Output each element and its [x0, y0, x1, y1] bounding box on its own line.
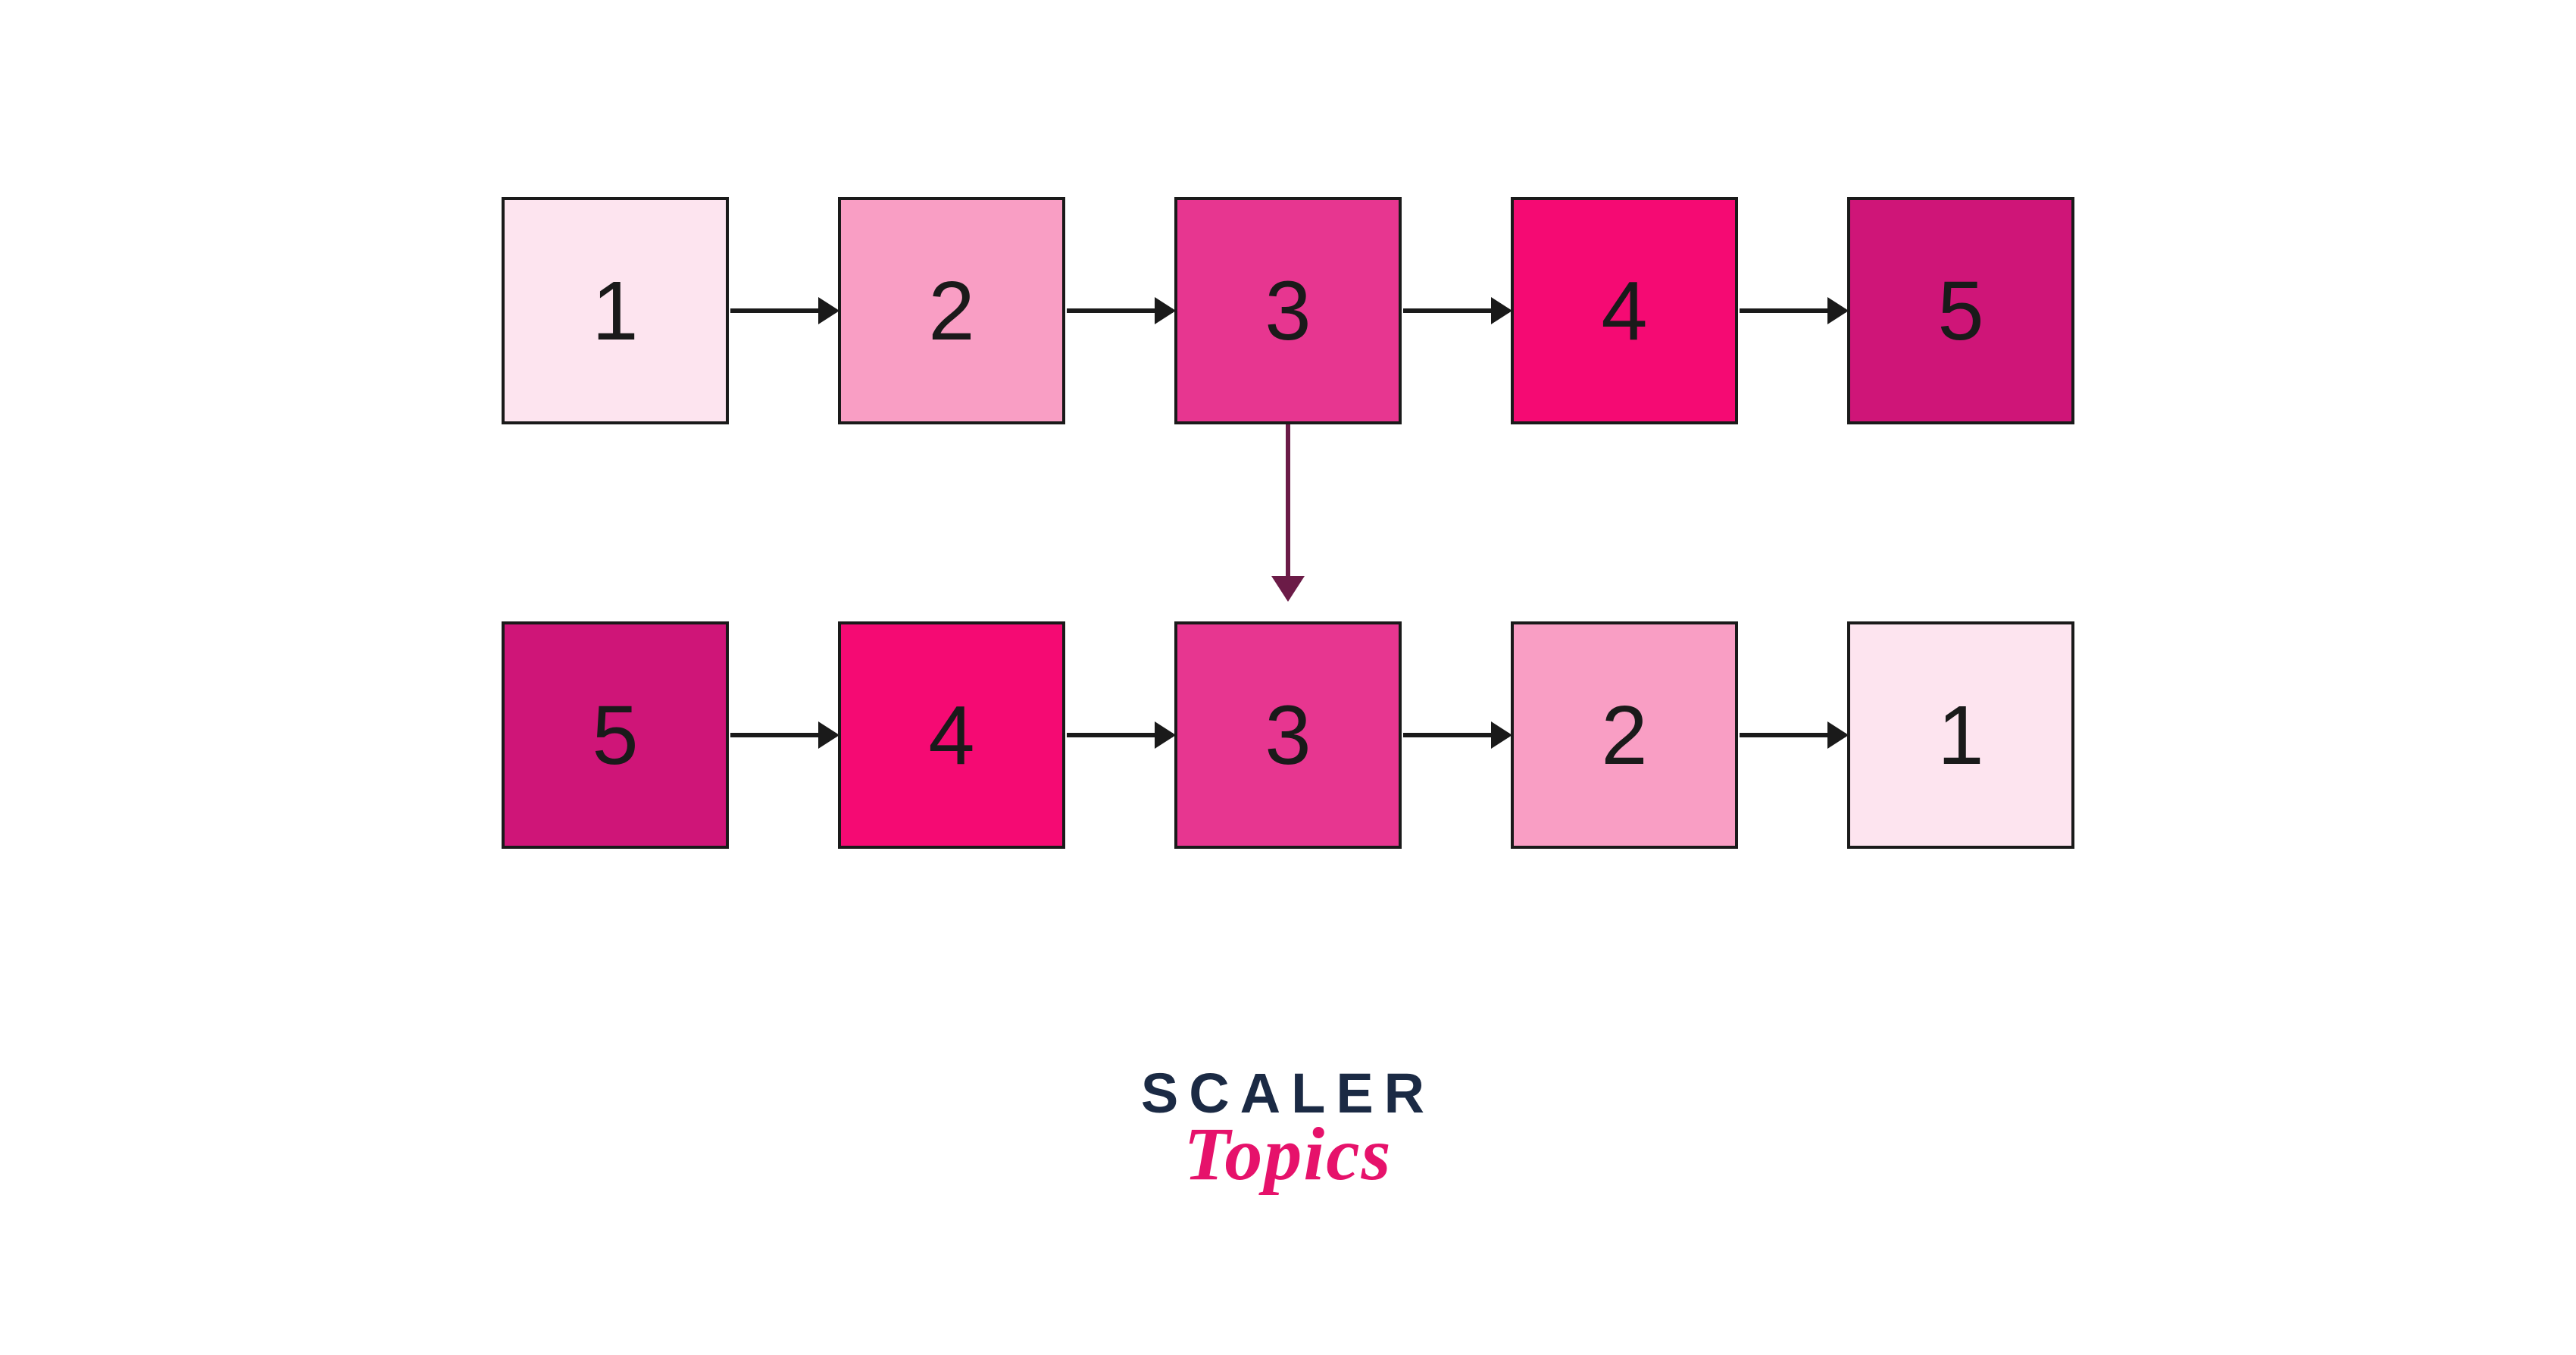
arrow-right-icon	[1740, 733, 1846, 737]
row-original: 1 2 3 4 5	[502, 197, 2074, 424]
arrow-right-icon	[1403, 308, 1509, 313]
node: 3	[1174, 621, 1402, 849]
node: 4	[1511, 197, 1738, 424]
arrow-right-icon	[1067, 733, 1173, 737]
node: 2	[1511, 621, 1738, 849]
reverse-linked-list-diagram: 1 2 3 4 5 5 4 3 2 1	[502, 197, 2074, 849]
node: 1	[1847, 621, 2074, 849]
transform-arrow	[502, 424, 2074, 621]
arrow-right-icon	[730, 733, 836, 737]
node: 5	[1847, 197, 2074, 424]
arrow-right-icon	[1403, 733, 1509, 737]
node: 1	[502, 197, 729, 424]
node: 5	[502, 621, 729, 849]
row-reversed: 5 4 3 2 1	[502, 621, 2074, 849]
logo-text-bottom: Topics	[1141, 1110, 1435, 1197]
arrow-right-icon	[1067, 308, 1173, 313]
node: 2	[838, 197, 1065, 424]
arrow-right-icon	[1740, 308, 1846, 313]
node: 3	[1174, 197, 1402, 424]
node: 4	[838, 621, 1065, 849]
arrow-down-icon	[1286, 424, 1290, 599]
scaler-topics-logo: SCALER Topics	[1141, 1061, 1435, 1197]
arrow-right-icon	[730, 308, 836, 313]
